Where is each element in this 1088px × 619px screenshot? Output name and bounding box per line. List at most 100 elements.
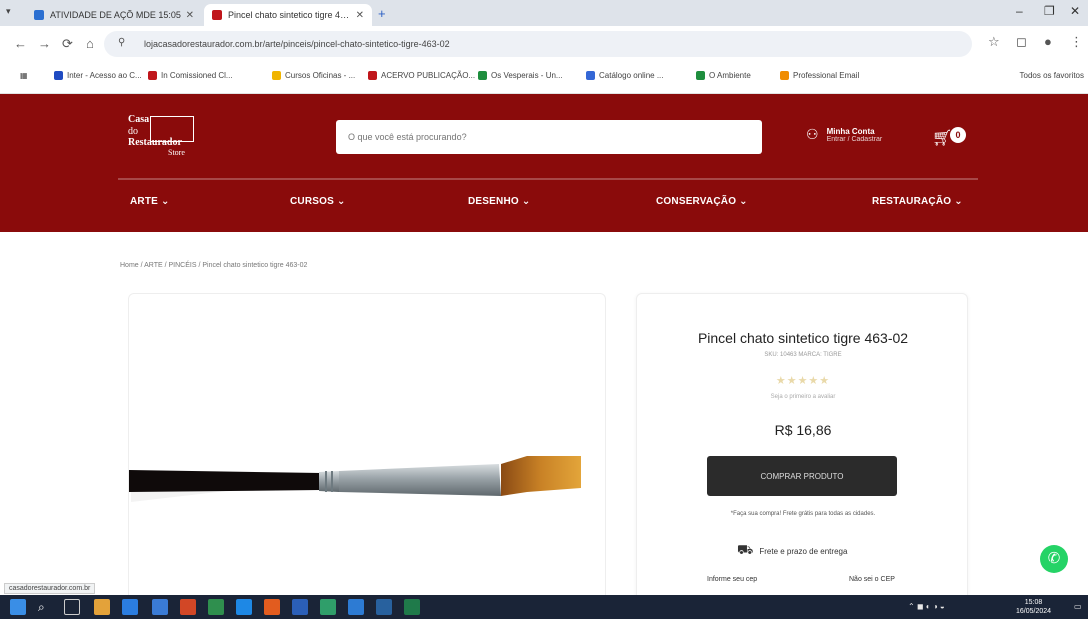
shipping-calculator-toggle[interactable]: ⛟ Frete e prazo de entrega [737,542,847,560]
logo-text: Casa [128,114,150,125]
account-subtitle: Entrar / Cadastrar [826,135,883,143]
clock-time: 15:08 [1024,599,1043,606]
nav-arte[interactable]: ARTE ⌄ [130,196,170,207]
tab-favicon [34,10,44,20]
nav-restauracao[interactable]: RESTAURAÇÃO ⌄ [872,196,963,207]
bookmarks-bar: ▦ Inter - Acesso ao C... In Comissioned … [0,62,1088,94]
store-header: Casa do Restaurador Store ⚇ Minha Conta … [0,94,1088,232]
search-input[interactable] [336,120,762,154]
bookmark-item[interactable]: ACERVO PUBLICAÇÃO... [368,71,475,80]
bookmark-label: Professional Email [793,71,860,80]
bookmark-favicon [272,71,281,80]
tray-icons[interactable]: ⌃ ◼ ◐ ◑ ◒ [908,602,945,611]
window-close-icon[interactable]: ✕ [1070,4,1080,18]
bookmark-favicon [368,71,377,80]
cart-button[interactable]: 🛒︎ 0 [932,127,966,148]
tab-search-icon[interactable]: ▾ [6,6,11,17]
bookmark-item[interactable]: Cursos Oficinas - ... [272,71,355,80]
bookmark-item[interactable]: Professional Email [780,71,859,80]
nav-cursos[interactable]: CURSOS ⌄ [290,196,346,207]
taskbar-clock[interactable]: 15:08 16/05/2024 [1016,598,1051,616]
shipping-label: Frete e prazo de entrega [759,546,848,556]
tab-active[interactable]: Pincel chato sintetico tigre 463- ✕ [204,4,372,26]
logo-text: do [128,126,138,137]
app-icon[interactable] [376,599,392,615]
truck-icon: ⛟ [737,542,754,557]
start-icon[interactable] [10,599,26,615]
chrome-icon[interactable] [264,599,280,615]
address-bar[interactable]: ⚲ lojacasadorestaurador.com.br/arte/pinc… [104,31,972,57]
tab-title: ATIVIDADE DE AÇÕ MDE 15:05 [50,10,181,20]
rating-stars[interactable]: ★★★★★ [637,374,969,387]
nav-conservacao[interactable]: CONSERVAÇÃO ⌄ [656,196,748,207]
breadcrumb[interactable]: Home / ARTE / PINCÉIS / Pincel chato sin… [120,262,307,269]
home-icon[interactable]: ⌂ [86,36,94,51]
bookmark-favicon [780,71,789,80]
back-icon[interactable]: ← [14,36,27,51]
nav-desenho[interactable]: DESENHO ⌄ [468,196,530,207]
whatsapp-icon[interactable]: ✆ [1040,545,1068,573]
browser-toolbar: ← → ⟳ ⌂ ⚲ lojacasadorestaurador.com.br/a… [0,26,1088,62]
close-icon[interactable]: ✕ [356,10,364,21]
bookmark-label: Catálogo online ... [599,71,664,80]
product-image-card[interactable] [128,293,606,603]
app-icon[interactable] [320,599,336,615]
task-view-icon[interactable] [64,599,80,615]
bookmark-favicon [54,71,63,80]
user-icon: ⚇ [806,126,819,142]
site-info-icon[interactable]: ⚲ [118,37,125,48]
all-bookmarks-link[interactable]: Todos os favoritos [1020,71,1084,80]
cep-label: Informe seu cep [707,576,758,583]
file-explorer-icon[interactable] [94,599,110,615]
bookmark-favicon [696,71,705,80]
product-sku: SKU: 10463 MARCA: TIGRE [764,352,842,358]
extension-icon[interactable]: ☆ [988,34,1000,50]
logo-text: Store [168,148,185,157]
downloads-icon[interactable]: ◻ [1016,34,1027,50]
app-icon[interactable] [152,599,168,615]
buy-button[interactable]: COMPRAR PRODUTO [707,456,897,496]
shipping-notice: *Faça sua compra! Frete grátis para toda… [730,511,876,517]
bookmark-item[interactable]: O Ambiente [696,71,751,80]
apps-icon[interactable]: ▦ [20,71,28,80]
bookmark-item[interactable]: Inter - Acesso ao C... [54,71,142,80]
bookmark-favicon [586,71,595,80]
reload-icon[interactable]: ⟳ [62,36,73,52]
notifications-icon[interactable]: ▭ [1074,602,1082,611]
bookmark-label: In Comissioned Cl... [161,71,233,80]
minimize-icon[interactable]: – [1016,4,1023,18]
address-url: lojacasadorestaurador.com.br/arte/pincei… [144,39,450,49]
close-icon[interactable]: ✕ [186,10,194,21]
search-icon[interactable]: ⌕ [38,600,54,616]
cart-count-badge: 0 [950,127,966,143]
forward-icon[interactable]: → [38,36,51,51]
bookmark-label: ACERVO PUBLICAÇÃO... [381,71,476,80]
app-icon[interactable] [208,599,224,615]
maximize-icon[interactable]: ❐ [1044,4,1055,18]
excel-icon[interactable] [404,599,420,615]
app-icon[interactable] [122,599,138,615]
bookmark-item[interactable]: Catálogo online ... [586,71,664,80]
browser-tab-bar: ▾ ATIVIDADE DE AÇÕ MDE 15:05 ✕ Pincel ch… [0,0,1088,26]
bookmark-item[interactable]: Os Vesperais - Un... [478,71,563,80]
word-icon[interactable] [292,599,308,615]
menu-icon[interactable]: ⋮ [1070,34,1083,50]
store-logo[interactable]: Casa do Restaurador Store [128,112,206,158]
new-tab-icon[interactable]: + [378,6,386,21]
profile-icon[interactable]: ● [1044,34,1052,49]
nav-divider [118,178,978,180]
app-icon[interactable] [180,599,196,615]
account-title: Minha Conta [826,126,875,136]
product-title: Pincel chato sintetico tigre 463-02 [697,330,909,346]
tab-inactive[interactable]: ATIVIDADE DE AÇÕ MDE 15:05 ✕ [26,4,202,26]
cep-help-link[interactable]: Não sei o CEP [849,576,895,583]
app-icon[interactable] [236,599,252,615]
bookmark-label: Cursos Oficinas - ... [285,71,356,80]
status-url: casadorestaurador.com.br [4,583,96,594]
reviews-link[interactable]: Seja o primeiro a avaliar [637,394,969,400]
account-link[interactable]: ⚇ Minha Conta Entrar / Cadastrar [806,126,882,143]
bookmark-item[interactable]: In Comissioned Cl... [148,71,233,80]
product-price: R$ 16,86 [774,422,832,438]
bookmark-label: Inter - Acesso ao C... [67,71,142,80]
app-icon[interactable] [348,599,364,615]
